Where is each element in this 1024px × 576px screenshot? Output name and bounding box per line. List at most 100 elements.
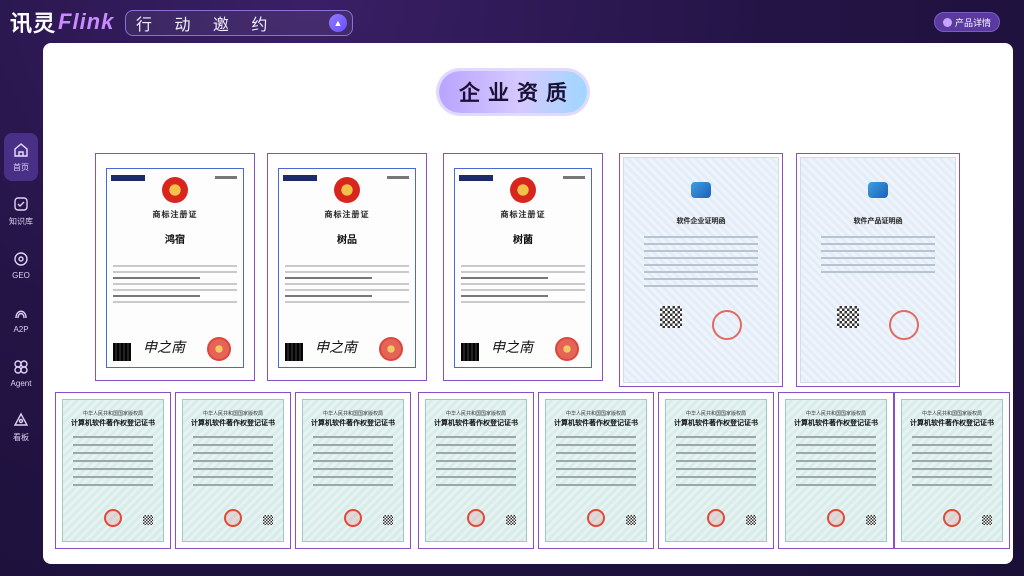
trademark-certificate[interactable]: 商标注册证 树品 申之南 — [267, 153, 427, 381]
software-product-certificate[interactable]: 软件产品证明函 — [796, 153, 960, 387]
brand-name-en: Flink — [58, 9, 115, 34]
product-details-button[interactable]: 产品详情 — [934, 12, 1000, 32]
sidebar-item-home[interactable]: 首页 — [4, 133, 38, 181]
official-seal-icon — [707, 509, 725, 527]
trademark-name: 树菌 — [513, 235, 533, 246]
copyright-certificate[interactable]: 中华人民共和国国家版权局 计算机软件著作权登记证书 — [778, 392, 894, 549]
official-seal-icon — [943, 509, 961, 527]
sidebar-item-dashboard[interactable]: 看板 — [4, 403, 38, 451]
qr-code-icon — [506, 515, 516, 525]
certificate-heading: 计算机软件著作权登记证书 — [554, 420, 638, 427]
product-icon — [942, 17, 952, 27]
certificate-issuer: 中华人民共和国国家版权局 — [202, 411, 263, 417]
certificate-heading: 计算机软件著作权登记证书 — [910, 420, 994, 427]
certificate-heading: 软件企业证明函 — [676, 218, 726, 225]
official-seal-icon — [712, 310, 742, 340]
qr-code-icon — [263, 515, 273, 525]
official-seal-icon — [555, 337, 579, 361]
copyright-certificate[interactable]: 中华人民共和国国家版权局 计算机软件著作权登记证书 — [418, 392, 534, 549]
sidebar-item-a2p[interactable]: A2P — [4, 295, 38, 343]
qr-code-icon — [837, 306, 859, 328]
product-details-label: 产品详情 — [954, 17, 991, 28]
qr-code-icon — [746, 515, 756, 525]
brand-name-cn: 讯灵 — [10, 11, 57, 36]
official-seal-icon — [827, 509, 845, 527]
qr-code-icon — [285, 343, 303, 361]
national-emblem-icon — [162, 177, 188, 203]
action-invite-text: 行 动 邀 约 — [136, 17, 277, 34]
knowledge-icon — [14, 196, 28, 211]
send-icon[interactable]: ▲ — [329, 14, 347, 32]
official-seal-icon — [224, 509, 242, 527]
copyright-certificate[interactable]: 中华人民共和国国家版权局 计算机软件著作权登记证书 — [658, 392, 774, 549]
sidebar-item-label: 首页 — [13, 162, 29, 172]
copyright-certificate[interactable]: 中华人民共和国国家版权局 计算机软件著作权登记证书 — [175, 392, 291, 549]
qr-code-icon — [626, 515, 636, 525]
signature-icon: 申之南 — [143, 340, 185, 356]
certificate-heading: 商标注册证 — [324, 209, 370, 219]
qr-code-icon — [660, 306, 682, 328]
certificate-heading: 计算机软件著作权登记证书 — [434, 420, 518, 427]
national-emblem-icon — [334, 177, 360, 203]
main-panel: 企业资质 商标注册证 鸿宿 申之南 商标注册证 树品 申之南 商标注册证 树菌 … — [43, 43, 1013, 564]
certificate-heading: 商标注册证 — [152, 209, 198, 219]
agent-icon — [14, 359, 28, 374]
home-icon — [14, 142, 28, 157]
certificate-issuer: 中华人民共和国国家版权局 — [921, 411, 982, 417]
trademark-name: 树品 — [337, 235, 357, 246]
sidebar-item-geo[interactable]: GEO — [4, 241, 38, 289]
trademark-certificate[interactable]: 商标注册证 树菌 申之南 — [443, 153, 603, 381]
signature-icon: 申之南 — [491, 340, 533, 356]
copyright-certificate[interactable]: 中华人民共和国国家版权局 计算机软件著作权登记证书 — [55, 392, 171, 549]
sidebar-item-knowledge[interactable]: 知识库 — [4, 187, 38, 235]
official-seal-icon — [207, 337, 231, 361]
certificate-heading: 商标注册证 — [500, 209, 546, 219]
certificate-issuer: 中华人民共和国国家版权局 — [82, 411, 143, 417]
geo-icon — [14, 251, 28, 266]
official-seal-icon — [889, 310, 919, 340]
certificate-heading: 计算机软件著作权登记证书 — [191, 420, 275, 427]
sidebar-item-label: Agent — [10, 378, 32, 388]
certificate-issuer: 中华人民共和国国家版权局 — [685, 411, 746, 417]
association-logo-icon — [691, 182, 711, 198]
association-logo-icon — [868, 182, 888, 198]
cnipa-logo — [111, 175, 145, 181]
trademark-name: 鸿宿 — [165, 235, 185, 246]
brand-logo[interactable]: 讯灵 Flink — [10, 8, 114, 36]
cnipa-logo — [283, 175, 317, 181]
copyright-certificate[interactable]: 中华人民共和国国家版权局 计算机软件著作权登记证书 — [538, 392, 654, 549]
certificate-issuer: 中华人民共和国国家版权局 — [322, 411, 383, 417]
official-seal-icon — [379, 337, 403, 361]
page-title: 企业资质 — [439, 71, 587, 113]
qr-code-icon — [982, 515, 992, 525]
certificate-heading: 计算机软件著作权登记证书 — [674, 420, 758, 427]
certificate-heading: 计算机软件著作权登记证书 — [794, 420, 878, 427]
sidebar-item-label: GEO — [12, 270, 30, 280]
software-enterprise-certificate[interactable]: 软件企业证明函 — [619, 153, 783, 387]
certificate-issuer: 中华人民共和国国家版权局 — [445, 411, 506, 417]
official-seal-icon — [104, 509, 122, 527]
certificate-issuer: 中华人民共和国国家版权局 — [565, 411, 626, 417]
official-seal-icon — [587, 509, 605, 527]
official-seal-icon — [467, 509, 485, 527]
dashboard-icon — [13, 412, 29, 426]
certificate-heading: 计算机软件著作权登记证书 — [71, 420, 155, 427]
certificate-heading: 软件产品证明函 — [853, 218, 903, 225]
trademark-certificate[interactable]: 商标注册证 鸿宿 申之南 — [95, 153, 255, 381]
sidebar-item-label: 看板 — [13, 432, 29, 442]
cnipa-logo — [459, 175, 493, 181]
qr-code-icon — [461, 343, 479, 361]
copyright-certificate[interactable]: 中华人民共和国国家版权局 计算机软件著作权登记证书 — [295, 392, 411, 549]
qr-code-icon — [113, 343, 131, 361]
official-seal-icon — [344, 509, 362, 527]
action-invite-bar[interactable]: 行 动 邀 约 ▲ — [125, 10, 353, 36]
sidebar-item-agent[interactable]: Agent — [4, 349, 38, 397]
sidebar-item-label: A2P — [13, 324, 29, 334]
a2p-icon — [15, 310, 27, 318]
qr-code-icon — [143, 515, 153, 525]
certificate-issuer: 中华人民共和国国家版权局 — [805, 411, 866, 417]
national-emblem-icon — [510, 177, 536, 203]
copyright-certificate[interactable]: 中华人民共和国国家版权局 计算机软件著作权登记证书 — [894, 392, 1010, 549]
sidebar: 首页 知识库 GEO A2P Agent 看板 — [4, 133, 38, 457]
qr-code-icon — [383, 515, 393, 525]
